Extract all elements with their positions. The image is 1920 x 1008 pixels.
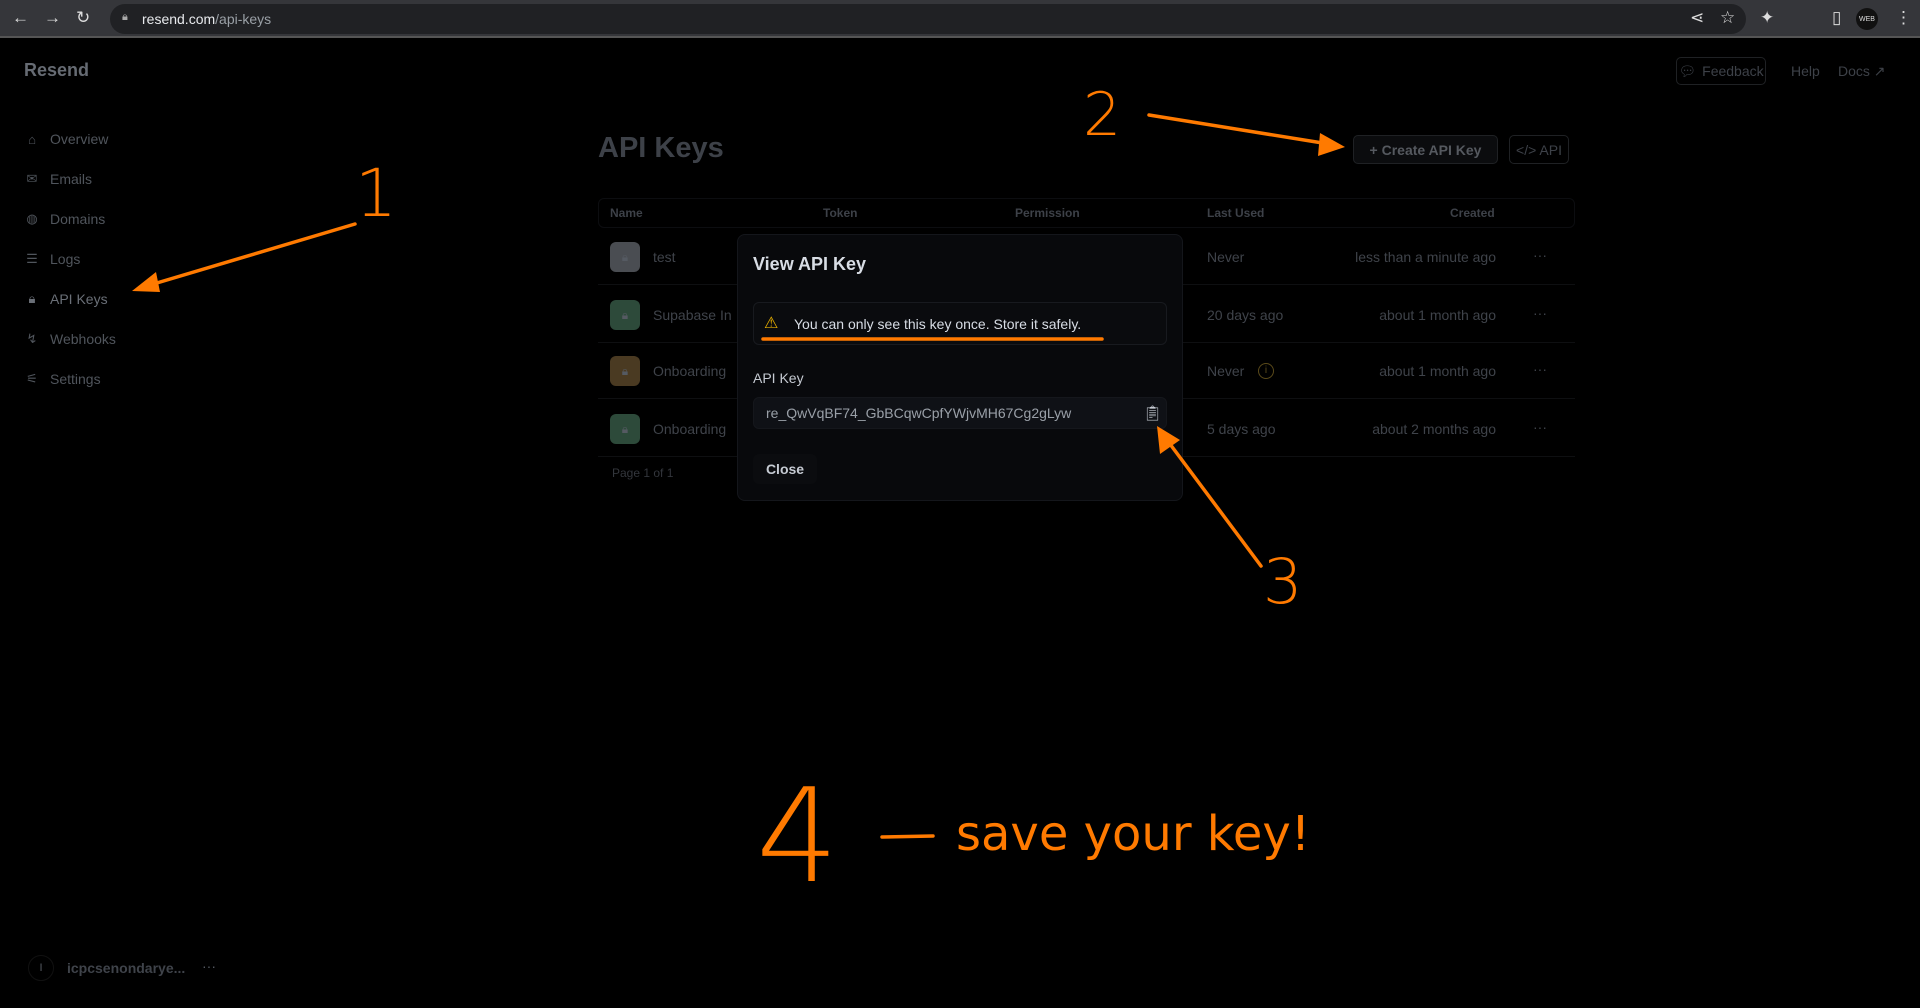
annotation-arrow-3 <box>1162 434 1263 568</box>
annotation-arrow-1 <box>138 222 357 290</box>
arrow-head-3 <box>1157 426 1180 454</box>
arrow-head-2 <box>1318 133 1345 156</box>
annotation-save-key: save your key! <box>956 806 1311 862</box>
annotation-step-1: 1 <box>355 155 397 232</box>
annotation-step-4: 4 <box>756 760 839 912</box>
annotation-step-3: 3 <box>1263 545 1303 618</box>
annotation-arrow-2 <box>1147 113 1337 147</box>
annotation-step-2: 2 <box>1083 80 1122 150</box>
arrow-head-1 <box>132 272 160 292</box>
annotation-dash <box>880 834 935 839</box>
